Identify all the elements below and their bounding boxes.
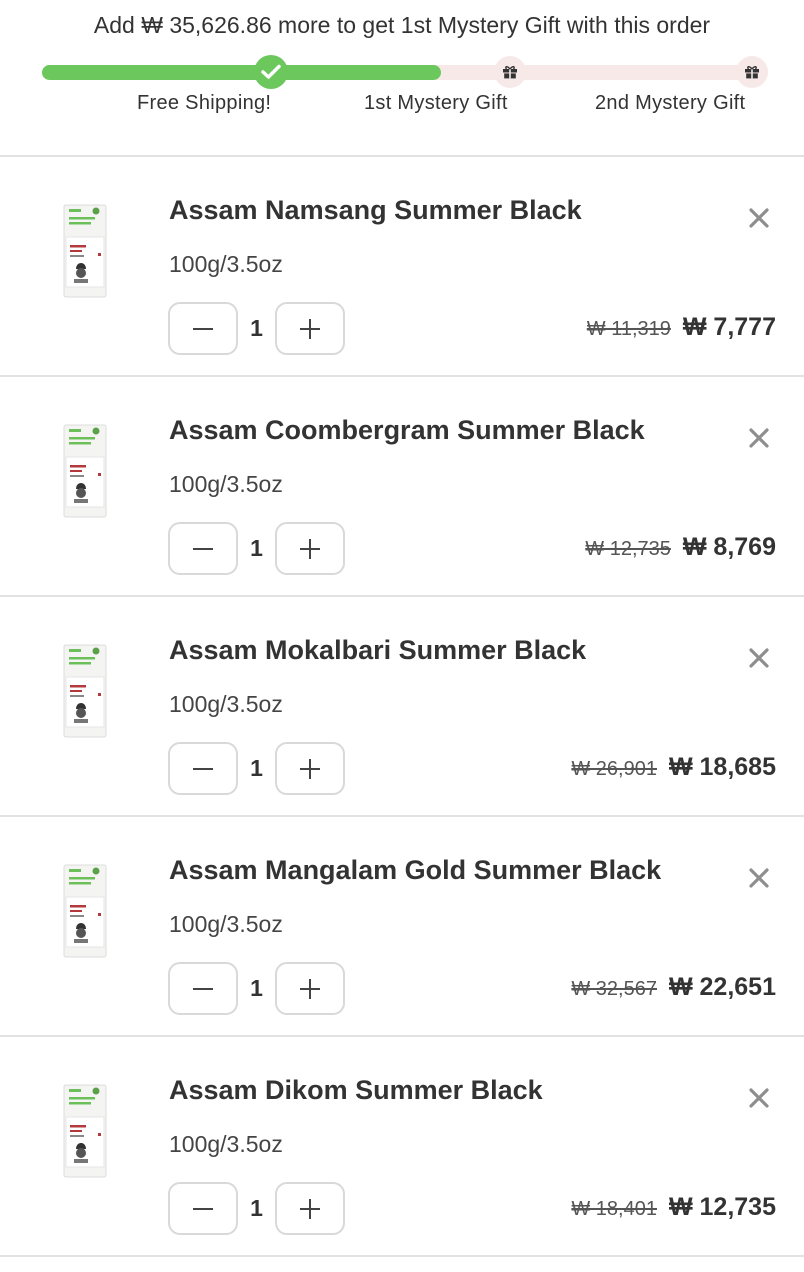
- product-image[interactable]: [62, 203, 108, 299]
- product-image[interactable]: [62, 1083, 108, 1179]
- original-price: ₩ 26,901: [571, 758, 657, 780]
- milestone-first-gift: [494, 56, 526, 88]
- decrease-quantity-button[interactable]: [168, 742, 238, 795]
- product-image[interactable]: [62, 423, 108, 519]
- progress-track: [42, 65, 768, 80]
- product-variant: 100g/3.5oz: [169, 1131, 283, 1157]
- milestone-label-second-gift: 2nd Mystery Gift: [595, 92, 746, 114]
- plus-icon: [300, 538, 320, 559]
- original-price: ₩ 18,401: [571, 1198, 657, 1220]
- remove-item-button[interactable]: [748, 207, 770, 229]
- decrease-quantity-button[interactable]: [168, 522, 238, 575]
- progress-message: Add ₩ 35,626.86 more to get 1st Mystery …: [93, 12, 711, 38]
- quantity-value[interactable]: 1: [238, 755, 275, 782]
- plus-icon: [300, 978, 320, 999]
- close-icon: [749, 1088, 769, 1108]
- sale-price: ₩ 22,651: [668, 973, 776, 1001]
- minus-icon: [193, 767, 213, 770]
- product-title[interactable]: Assam Mangalam Gold Summer Black: [169, 855, 661, 886]
- gift-progress-banner: Add ₩ 35,626.86 more to get 1st Mystery …: [0, 0, 804, 157]
- price-group: ₩ 26,901 ₩ 18,685: [571, 753, 776, 782]
- sale-price: ₩ 12,735: [668, 1193, 776, 1221]
- product-title[interactable]: Assam Mokalbari Summer Black: [169, 635, 586, 666]
- original-price: ₩ 32,567: [571, 978, 657, 1000]
- cart-item: Assam Mangalam Gold Summer Black 100g/3.…: [0, 817, 804, 1037]
- sale-price: ₩ 8,769: [682, 533, 776, 561]
- check-icon: [261, 64, 281, 79]
- close-icon: [749, 648, 769, 668]
- plus-icon: [300, 318, 320, 339]
- price-group: ₩ 18,401 ₩ 12,735: [571, 1193, 776, 1222]
- increase-quantity-button[interactable]: [275, 962, 345, 1015]
- milestone-label-first-gift: 1st Mystery Gift: [364, 92, 508, 114]
- price-group: ₩ 11,319 ₩ 7,777: [587, 313, 776, 342]
- sale-price: ₩ 7,777: [682, 313, 776, 341]
- decrease-quantity-button[interactable]: [168, 302, 238, 355]
- product-variant: 100g/3.5oz: [169, 251, 283, 277]
- cart-item: Assam Dikom Summer Black 100g/3.5oz 1 ₩ …: [0, 1037, 804, 1257]
- product-image[interactable]: [62, 643, 108, 739]
- product-title[interactable]: Assam Dikom Summer Black: [169, 1075, 543, 1106]
- remove-item-button[interactable]: [748, 867, 770, 889]
- remove-item-button[interactable]: [748, 427, 770, 449]
- price-group: ₩ 32,567 ₩ 22,651: [571, 973, 776, 1002]
- price-group: ₩ 12,735 ₩ 8,769: [585, 533, 776, 562]
- plus-icon: [300, 758, 320, 779]
- close-icon: [749, 868, 769, 888]
- cart-item: Assam Mokalbari Summer Black 100g/3.5oz …: [0, 597, 804, 817]
- product-variant: 100g/3.5oz: [169, 911, 283, 937]
- product-image[interactable]: [62, 863, 108, 959]
- quantity-value[interactable]: 1: [238, 315, 275, 342]
- original-price: ₩ 12,735: [585, 538, 671, 560]
- quantity-value[interactable]: 1: [238, 1195, 275, 1222]
- product-variant: 100g/3.5oz: [169, 471, 283, 497]
- minus-icon: [193, 987, 213, 990]
- remove-item-button[interactable]: [748, 647, 770, 669]
- increase-quantity-button[interactable]: [275, 522, 345, 575]
- plus-icon: [300, 1198, 320, 1219]
- decrease-quantity-button[interactable]: [168, 1182, 238, 1235]
- minus-icon: [193, 327, 213, 330]
- product-title[interactable]: Assam Coombergram Summer Black: [169, 415, 645, 446]
- increase-quantity-button[interactable]: [275, 302, 345, 355]
- decrease-quantity-button[interactable]: [168, 962, 238, 1015]
- increase-quantity-button[interactable]: [275, 742, 345, 795]
- progress-fill: [42, 65, 442, 80]
- product-title[interactable]: Assam Namsang Summer Black: [169, 195, 582, 226]
- close-icon: [749, 428, 769, 448]
- cart-item: Assam Namsang Summer Black 100g/3.5oz 1 …: [0, 157, 804, 377]
- cart-item: Assam Coombergram Summer Black 100g/3.5o…: [0, 377, 804, 597]
- gift-icon: [503, 66, 517, 79]
- original-price: ₩ 11,319: [586, 318, 671, 340]
- remove-item-button[interactable]: [748, 1087, 770, 1109]
- minus-icon: [193, 1207, 213, 1210]
- milestone-second-gift: [736, 56, 768, 88]
- milestone-free-shipping: [254, 55, 288, 89]
- quantity-value[interactable]: 1: [238, 535, 275, 562]
- milestone-label-free-shipping: Free Shipping!: [137, 92, 272, 114]
- product-variant: 100g/3.5oz: [169, 691, 283, 717]
- minus-icon: [193, 547, 213, 550]
- quantity-value[interactable]: 1: [238, 975, 275, 1002]
- sale-price: ₩ 18,685: [668, 753, 776, 781]
- cart-items-list: Assam Namsang Summer Black 100g/3.5oz 1 …: [0, 157, 804, 1257]
- increase-quantity-button[interactable]: [275, 1182, 345, 1235]
- close-icon: [749, 208, 769, 228]
- gift-icon: [745, 66, 759, 79]
